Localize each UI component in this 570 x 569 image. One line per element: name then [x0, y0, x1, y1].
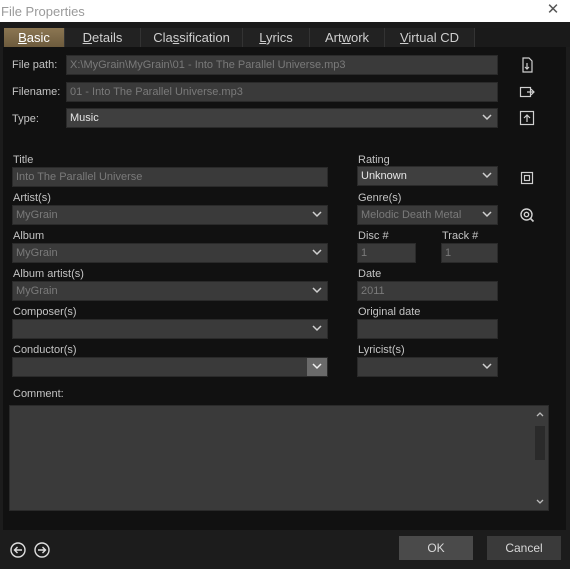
title-label: Title: [13, 154, 34, 166]
tab-label-post: sification: [179, 30, 230, 45]
track-field[interactable]: 1: [441, 243, 498, 263]
album-artist-label: Album artist(s): [13, 268, 84, 280]
date-label: Date: [358, 268, 382, 280]
scrollbar-thumb[interactable]: [535, 426, 545, 460]
chevron-down-icon: [307, 358, 327, 376]
chevron-up-icon[interactable]: [534, 408, 546, 420]
genre-select[interactable]: Melodic Death Metal: [357, 205, 498, 225]
album-value: MyGrain: [16, 247, 58, 259]
comment-scrollbar[interactable]: [534, 408, 546, 508]
disc-label: Disc #: [358, 230, 389, 242]
album-artist-value: MyGrain: [16, 285, 58, 297]
tab-virtual-cd[interactable]: Virtual CD: [385, 28, 475, 48]
tab-label-accel: B: [18, 30, 27, 45]
artist-label: Artist(s): [13, 192, 51, 204]
tab-bar: Basic Details Classification Lyrics Artw…: [0, 22, 570, 48]
tab-details[interactable]: Details: [65, 28, 141, 48]
export-icon[interactable]: [519, 110, 535, 126]
type-select[interactable]: Music: [66, 108, 498, 128]
tab-label-pre: Art: [324, 30, 342, 45]
filename-field[interactable]: 01 - Into The Parallel Universe.mp3: [66, 82, 498, 102]
album-label: Album: [13, 230, 45, 242]
artist-value: MyGrain: [16, 209, 58, 221]
tab-label-accel: D: [82, 30, 93, 45]
tab-label-post: asic: [26, 30, 50, 45]
tab-label-post: ork: [350, 30, 370, 45]
conductor-select[interactable]: [12, 357, 328, 377]
tab-label-accel: L: [259, 30, 267, 45]
disc-field[interactable]: 1: [357, 243, 416, 263]
tab-artwork[interactable]: Artwork: [310, 28, 385, 48]
tab-label-post: etails: [92, 30, 123, 45]
chevron-down-icon: [481, 167, 493, 185]
rating-label: Rating: [358, 154, 390, 166]
comment-textarea[interactable]: [9, 405, 549, 511]
title-bar: File Properties ✕: [0, 0, 570, 22]
composer-label: Composer(s): [13, 306, 77, 318]
genre-value: Melodic Death Metal: [361, 209, 462, 221]
composer-select[interactable]: [12, 319, 328, 339]
tab-lyrics[interactable]: Lyrics: [243, 28, 310, 48]
original-date-field[interactable]: [357, 319, 498, 339]
tab-label-post: irtual CD: [408, 30, 459, 45]
file-path-field[interactable]: X:\MyGrain\MyGrain\01 - Into The Paralle…: [66, 55, 498, 75]
tab-basic[interactable]: Basic: [4, 28, 65, 48]
chevron-down-icon[interactable]: [534, 496, 546, 508]
file-locate-icon[interactable]: [519, 57, 535, 73]
chevron-down-icon: [481, 206, 493, 224]
file-path-label: File path:: [12, 59, 58, 71]
tab-label-post: yrics: [266, 30, 293, 45]
chevron-down-icon: [311, 206, 323, 224]
arrow-left-circle-icon[interactable]: [10, 542, 26, 558]
tab-label-accel: w: [341, 30, 351, 45]
original-date-label: Original date: [358, 306, 421, 318]
date-field[interactable]: 2011: [357, 281, 498, 301]
rename-file-icon[interactable]: [519, 84, 535, 100]
rating-value: Unknown: [361, 170, 407, 182]
chevron-down-icon: [481, 358, 493, 376]
track-label: Track #: [442, 230, 479, 242]
title-field[interactable]: Into The Parallel Universe: [12, 167, 328, 187]
genre-label: Genre(s): [358, 192, 402, 204]
tab-classification[interactable]: Classification: [141, 28, 243, 48]
cancel-button[interactable]: Cancel: [487, 536, 561, 560]
dialog-footer: OK Cancel: [0, 530, 570, 569]
search-web-icon[interactable]: [519, 207, 535, 223]
artist-select[interactable]: MyGrain: [12, 205, 328, 225]
album-select[interactable]: MyGrain: [12, 243, 328, 263]
tab-label-pre: Cla: [153, 30, 173, 45]
close-icon[interactable]: ✕: [546, 1, 560, 19]
type-label: Type:: [12, 113, 39, 125]
album-artist-select[interactable]: MyGrain: [12, 281, 328, 301]
copy-icon[interactable]: [519, 170, 535, 186]
chevron-down-icon: [311, 244, 323, 262]
chevron-down-icon: [311, 320, 323, 338]
filename-label: Filename:: [12, 86, 61, 98]
lyricist-select[interactable]: [357, 357, 498, 377]
rating-select[interactable]: Unknown: [357, 166, 498, 186]
chevron-down-icon: [481, 109, 493, 127]
lyricist-label: Lyricist(s): [358, 344, 405, 356]
conductor-label: Conductor(s): [13, 344, 77, 356]
type-value: Music: [70, 112, 99, 124]
comment-label: Comment:: [13, 388, 64, 400]
arrow-right-circle-icon[interactable]: [34, 542, 50, 558]
window-title: File Properties: [1, 4, 85, 19]
chevron-down-icon: [311, 282, 323, 300]
ok-button[interactable]: OK: [399, 536, 473, 560]
